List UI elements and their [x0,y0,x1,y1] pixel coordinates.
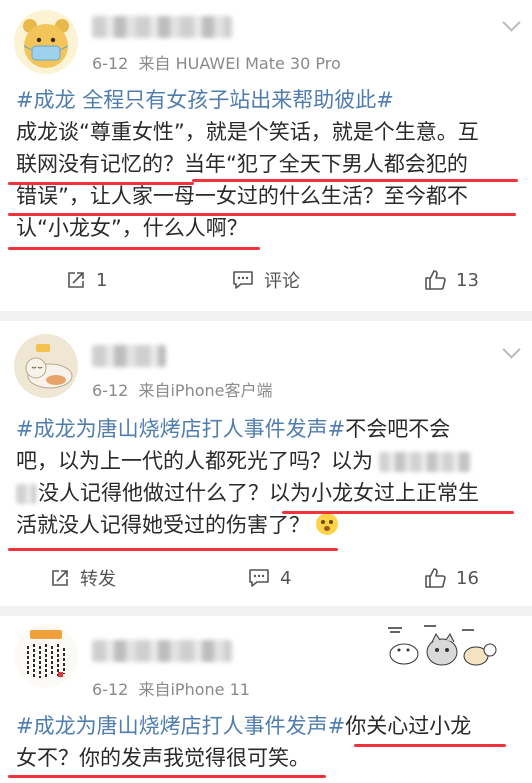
action-bar: 转发 4 16 [0,556,532,600]
post-text-line: 认“小龙女”，什么人啊？ [16,216,248,240]
like-button[interactable]: 13 [424,258,479,302]
calligraphy-avatar-icon [14,624,78,688]
like-icon [425,270,446,290]
post-card[interactable]: 6-12 来自iPhone客户端 #成龙为唐山烧烤店打人事件发声#不会吧不会 吧… [0,321,532,606]
hashtag-link[interactable]: #成龙为唐山烧烤店打人事件发声# [16,714,345,738]
post-date: 6-12 [92,680,129,699]
repost-button[interactable]: 转发 [50,556,116,600]
red-underline [192,179,518,182]
comment-button[interactable]: 评论 [232,258,300,302]
post-text-line: 没人记得他做过什么了？以为小龙女过上正常生 [16,477,521,509]
repost-button[interactable]: 1 [66,258,107,302]
post-text-line: #成龙为唐山烧烤店打人事件发声#你关心过小龙 [16,714,472,738]
username-blurred[interactable] [92,16,232,38]
hashtag-link[interactable]: #成龙 全程只有女孩子站出来帮助彼此# [16,84,521,116]
username-blurred[interactable] [92,345,166,367]
share-icon [68,272,84,288]
cats-sticker [384,620,504,672]
red-underline [8,213,516,216]
user-avatar[interactable] [14,624,78,688]
post-date: 6-12 [92,381,129,400]
comment-icon [233,271,253,289]
post-meta: 6-12 来自iPhone客户端 [92,377,273,401]
post-body: #成龙为唐山烧烤店打人事件发声#你关心过小龙 女不？你的发声我觉得很可笑。 [16,710,521,774]
post-source: 来自iPhone客户端 [138,381,273,400]
comment-button[interactable]: 4 [248,556,291,600]
post-meta: 6-12 来自 HUAWEI Mate 30 Pro [92,50,341,74]
post-source: 来自iPhone 11 [138,680,250,699]
post-body: #成龙 全程只有女孩子站出来帮助彼此# 成龙谈“尊重女性”，就是个笑话，就是个生… [16,84,521,244]
chevron-down-icon[interactable] [502,340,521,359]
red-underline [282,511,514,514]
red-underline [354,744,506,747]
post-body: #成龙为唐山烧烤店打人事件发声#不会吧不会 吧，以为上一代的人都死光了吗？以为 … [16,413,521,541]
like-button[interactable]: 16 [424,556,479,600]
red-underline [8,182,194,185]
cats-sticker-icon [388,625,497,666]
bear-avatar-icon [14,10,78,74]
hashtag-link[interactable]: #成龙为唐山烧烤店打人事件发声# [16,417,345,441]
chevron-down-icon[interactable] [502,13,521,32]
emoji-icon [316,513,338,535]
post-text-line: #成龙为唐山烧烤店打人事件发声#不会吧不会 [16,417,451,441]
post-text-line: 吧，以为上一代的人都死光了吗？以为 [16,445,521,477]
user-avatar[interactable] [14,334,78,398]
blurred-name [16,484,36,504]
user-avatar[interactable] [14,10,78,74]
post-date: 6-12 [92,54,129,73]
action-bar: 1 评论 13 [0,258,532,302]
blurred-name [379,452,471,472]
like-icon [425,568,446,588]
comment-icon [249,569,269,587]
username-blurred[interactable] [92,640,232,662]
share-icon [52,570,68,586]
red-underline [8,775,326,778]
post-card[interactable]: 6-12 来自iPhone 11 #成龙为唐山烧烤店打人事件发声#你关心过小龙 … [0,616,532,783]
sleeping-cat-avatar-icon [14,334,78,398]
post-text-line: 成龙谈“尊重女性”，就是个笑话，就是个生意。互 [16,120,479,144]
red-underline [8,247,260,250]
post-card[interactable]: 6-12 来自 HUAWEI Mate 30 Pro #成龙 全程只有女孩子站出… [0,0,532,311]
post-text-line: 联网没有记忆的？当年“犯了全天下男人都会犯的 [16,152,468,176]
red-underline [8,548,338,551]
post-meta: 6-12 来自iPhone 11 [92,676,250,700]
post-source: 来自 HUAWEI Mate 30 Pro [138,54,341,73]
